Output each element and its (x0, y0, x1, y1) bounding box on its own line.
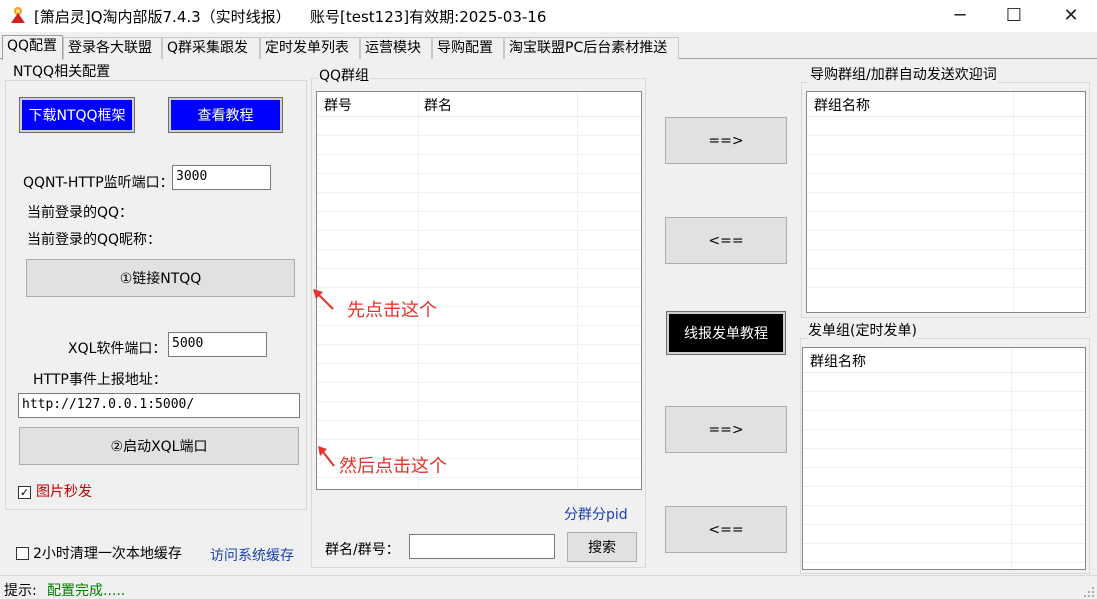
annotation-arrow-icon (318, 446, 335, 467)
status-message: 配置完成..... (47, 583, 126, 599)
clear-cache-label: 2小时清理一次本地缓存 (33, 546, 182, 562)
tab-operations[interactable]: 运营模块 (360, 37, 432, 59)
image-second-checkbox[interactable]: ✓ (18, 486, 31, 499)
view-tutorial-button[interactable]: 查看教程 (168, 97, 283, 133)
column-header-group-name[interactable]: 群组名称 (810, 351, 866, 371)
link-ntqq-button[interactable]: ①链接NTQQ (26, 259, 295, 297)
column-header-group-name[interactable]: 群组名称 (814, 95, 870, 115)
resize-grip-icon[interactable] (1083, 586, 1095, 598)
xql-port-input[interactable]: 5000 (168, 332, 267, 357)
current-qq-label: 当前登录的QQ： (27, 205, 134, 221)
guide-groups-list[interactable]: 群组名称 (806, 91, 1086, 313)
visit-cache-link[interactable]: 访问系统缓存 (210, 545, 294, 565)
annotation-second: 然后点击这个 (339, 456, 447, 477)
status-label: 提示: (4, 583, 37, 599)
ntqq-group-title: NTQQ相关配置 (12, 64, 112, 80)
column-header-group-id[interactable]: 群号 (324, 95, 352, 115)
search-input[interactable] (409, 534, 555, 559)
tab-strip: QQ配置 登录各大联盟 Q群采集跟发 定时发单列表 运营模块 导购配置 淘宝联盟… (0, 35, 1097, 60)
account-expiry: 账号[test123]有效期:2025-03-16 (310, 8, 547, 26)
tab-union-login[interactable]: 登录各大联盟 (63, 37, 162, 59)
qq-groups-list[interactable]: 群号 群名 (316, 91, 642, 490)
tab-qq-config[interactable]: QQ配置 (2, 35, 63, 60)
column-header-group-name[interactable]: 群名 (424, 95, 452, 115)
status-bar: 提示: 配置完成..... (0, 575, 1097, 599)
download-ntqq-button[interactable]: 下载NTQQ框架 (19, 97, 135, 133)
send-groups-list[interactable]: 群组名称 (802, 347, 1086, 570)
maximize-button[interactable]: ☐ (991, 0, 1037, 30)
tab-scheduled-list[interactable]: 定时发单列表 (260, 37, 360, 59)
tab-taobao-pc-push[interactable]: 淘宝联盟PC后台素材推送 (504, 37, 679, 59)
search-label: 群名/群号： (325, 542, 400, 558)
guide-groups-title: 导购群组/加群自动发送欢迎词 (809, 67, 998, 83)
xql-port-label: XQL软件端口： (68, 341, 167, 357)
feed-tutorial-button[interactable]: 线报发单教程 (666, 311, 786, 355)
remove-from-guide-button[interactable]: <== (665, 217, 787, 264)
minimize-button[interactable]: ─ (937, 0, 983, 30)
tab-guide-config[interactable]: 导购配置 (432, 37, 504, 59)
remove-from-send-button[interactable]: <== (665, 506, 787, 553)
http-port-label: QQNT-HTTP监听端口： (23, 175, 174, 191)
add-to-guide-button[interactable]: ==> (665, 117, 787, 164)
annotation-arrow-icon (313, 289, 334, 310)
close-button[interactable]: ✕ (1048, 0, 1094, 30)
search-button[interactable]: 搜索 (567, 532, 637, 562)
clear-cache-checkbox[interactable] (16, 547, 29, 560)
current-nick-label: 当前登录的QQ昵称： (27, 232, 162, 248)
add-to-send-button[interactable]: ==> (665, 406, 787, 453)
app-logo-icon (11, 7, 25, 23)
title-bar: [箫启灵]Q淘内部版7.4.3（实时线报） 账号[test123]有效期:202… (0, 0, 1097, 32)
tab-group-collect[interactable]: Q群采集跟发 (162, 37, 260, 59)
split-pid-link[interactable]: 分群分pid (564, 504, 628, 524)
start-xql-button[interactable]: ②启动XQL端口 (19, 427, 299, 465)
http-port-input[interactable]: 3000 (172, 165, 271, 190)
qq-groups-title: QQ群组 (318, 68, 371, 84)
window-title: [箫启灵]Q淘内部版7.4.3（实时线报） (34, 8, 291, 26)
send-groups-title: 发单组(定时发单) (807, 323, 918, 339)
annotation-first: 先点击这个 (347, 300, 437, 321)
image-second-label: 图片秒发 (36, 484, 92, 500)
http-event-label: HTTP事件上报地址： (33, 372, 167, 388)
http-event-input[interactable]: http://127.0.0.1:5000/ (18, 393, 300, 418)
